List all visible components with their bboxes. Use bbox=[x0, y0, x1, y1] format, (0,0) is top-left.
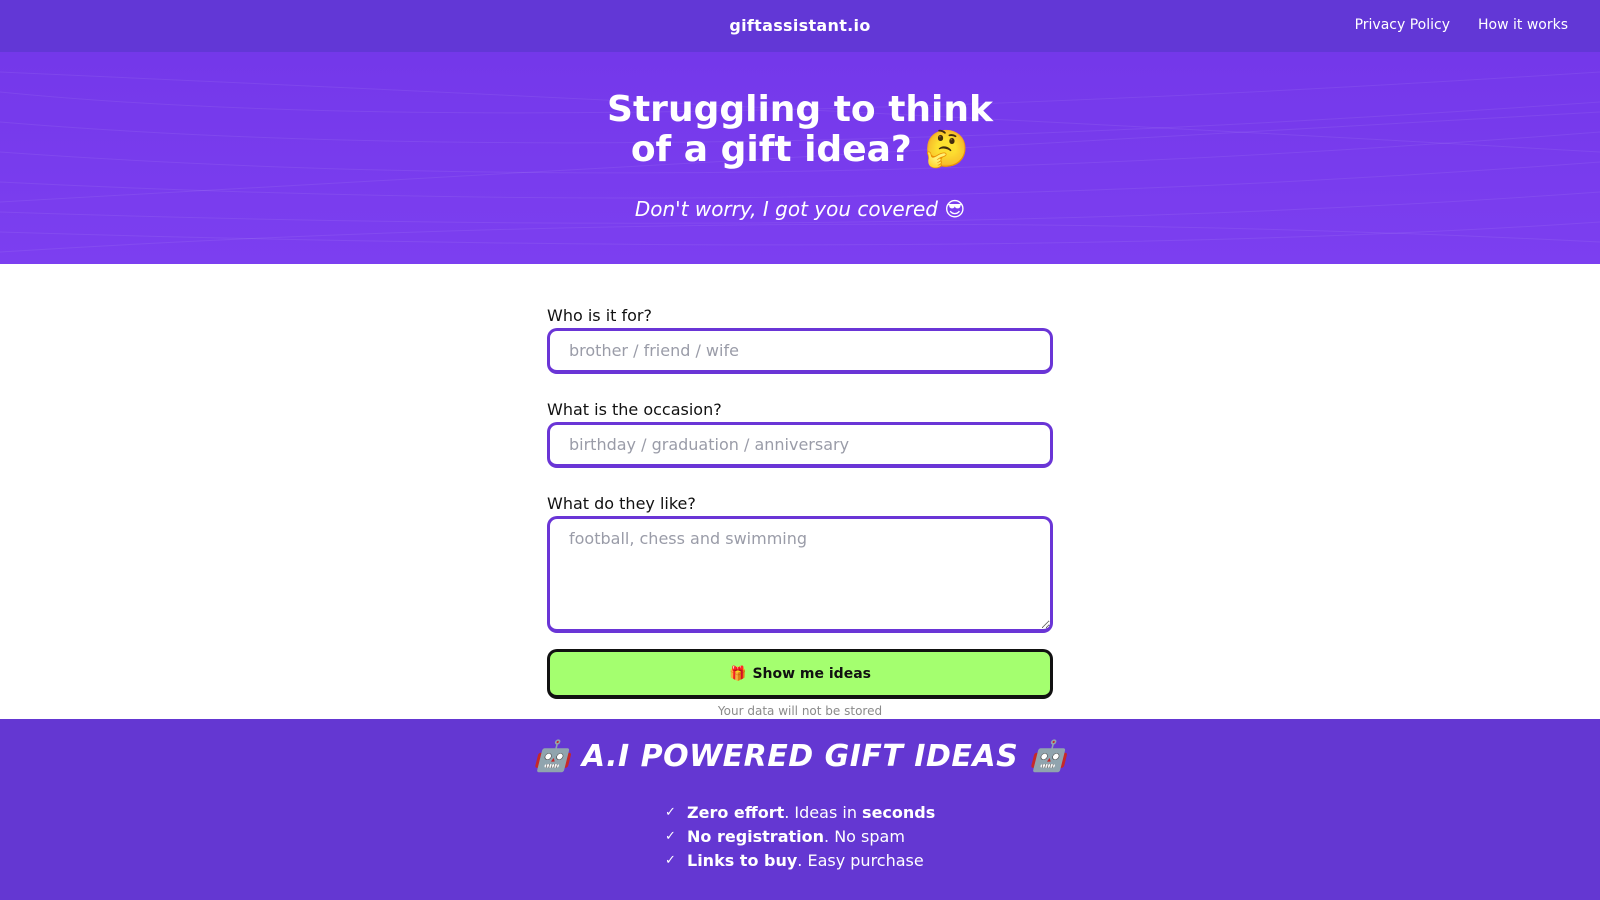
occasion-group: What is the occasion? bbox=[547, 400, 1053, 468]
check-icon: ✓ bbox=[665, 828, 676, 844]
occasion-label: What is the occasion? bbox=[547, 400, 722, 419]
feature-bold: No registration bbox=[687, 826, 825, 846]
features-title: 🤖 A.I POWERED GIFT IDEAS 🤖 bbox=[533, 739, 1067, 774]
feature-bold: Zero effort bbox=[687, 802, 785, 822]
hero-banner: Struggling to think of a gift idea? 🤔 Do… bbox=[0, 52, 1600, 264]
list-item: ✓ Links to buy . Easy purchase bbox=[665, 848, 935, 872]
nav-how-it-works[interactable]: How it works bbox=[1478, 17, 1568, 33]
feature-text: . Ideas in bbox=[784, 802, 863, 822]
hero-title-line-2: of a gift idea? 🤔 bbox=[630, 129, 970, 170]
who-label: Who is it for? bbox=[547, 306, 652, 325]
gift-icon: 🎁 bbox=[729, 665, 747, 682]
features-list: ✓ Zero effort . Ideas in seconds ✓ No re… bbox=[665, 800, 935, 872]
hero-subtitle: Don't worry, I got you covered 😎 bbox=[634, 197, 966, 221]
feature-bold: Links to buy bbox=[687, 850, 798, 870]
show-ideas-button[interactable]: 🎁 Show me ideas bbox=[547, 649, 1053, 699]
occasion-input[interactable] bbox=[547, 422, 1053, 468]
top-nav: Privacy Policy How it works bbox=[1355, 17, 1568, 33]
likes-label: What do they like? bbox=[547, 494, 696, 513]
gift-form: Who is it for? What is the occasion? Wha… bbox=[547, 306, 1053, 718]
who-group: Who is it for? bbox=[547, 306, 1053, 374]
hero-title-line-1: Struggling to think bbox=[607, 89, 993, 130]
check-icon: ✓ bbox=[665, 804, 676, 820]
features-section: 🤖 A.I POWERED GIFT IDEAS 🤖 ✓ Zero effort… bbox=[0, 719, 1600, 900]
nav-privacy-policy[interactable]: Privacy Policy bbox=[1355, 17, 1450, 33]
feature-text: . Easy purchase bbox=[797, 850, 924, 870]
list-item: ✓ No registration . No spam bbox=[665, 824, 935, 848]
top-bar: giftassistant.io Privacy Policy How it w… bbox=[0, 0, 1600, 52]
feature-bold-2: seconds bbox=[862, 802, 936, 822]
likes-textarea[interactable] bbox=[547, 516, 1053, 633]
who-input[interactable] bbox=[547, 328, 1053, 374]
show-ideas-label: Show me ideas bbox=[752, 665, 871, 682]
privacy-note: Your data will not be stored bbox=[717, 704, 883, 718]
likes-group: What do they like? bbox=[547, 494, 1053, 633]
list-item: ✓ Zero effort . Ideas in seconds bbox=[665, 800, 935, 824]
check-icon: ✓ bbox=[665, 852, 676, 868]
hero-title: Struggling to think of a gift idea? 🤔 bbox=[0, 90, 1600, 170]
feature-text: . No spam bbox=[824, 826, 905, 846]
